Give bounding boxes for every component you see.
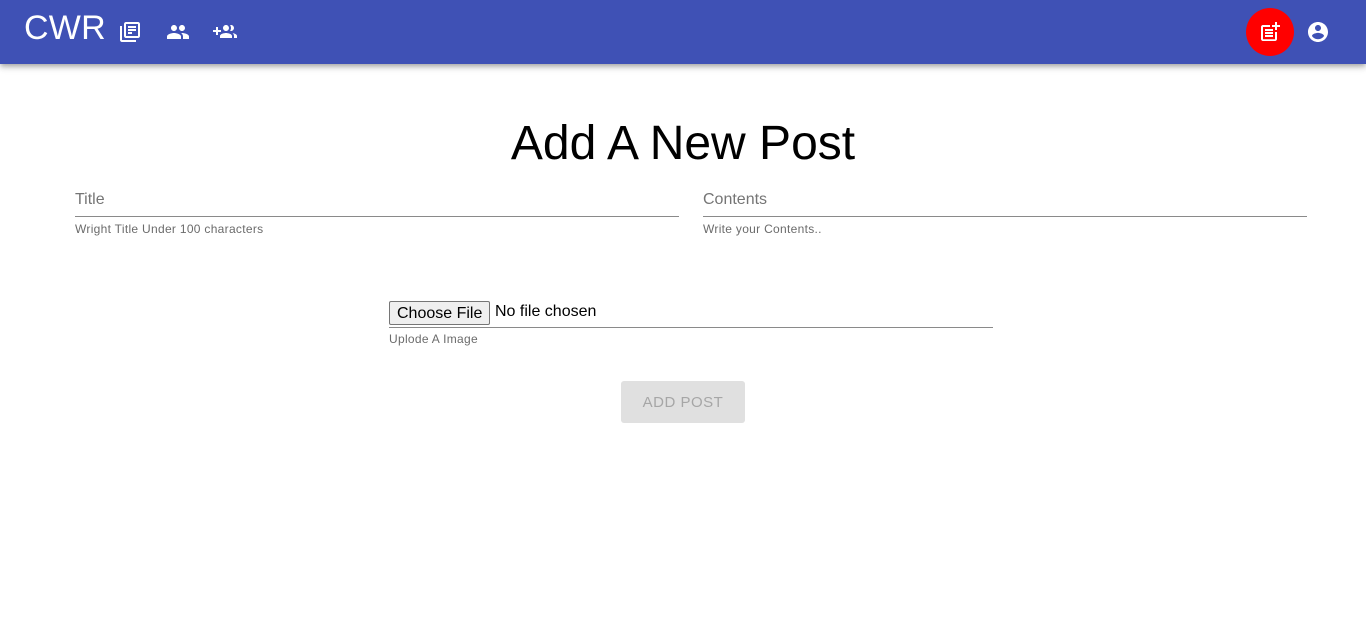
library-icon[interactable] (118, 20, 142, 44)
title-input[interactable] (75, 184, 679, 215)
title-field: Wright Title Under 100 characters (75, 184, 679, 244)
file-status-text: No file chosen (495, 303, 597, 320)
add-post-submit-button[interactable]: ADD POST (621, 381, 745, 423)
post-add-icon (1261, 22, 1280, 41)
image-helper-text: Uplode A Image (389, 332, 478, 346)
contents-field: Write your Contents.. (703, 184, 1307, 244)
title-helper-text: Wright Title Under 100 characters (75, 222, 264, 236)
app-bar: CWR (0, 0, 1366, 64)
group-add-icon[interactable] (213, 20, 239, 44)
people-icon[interactable] (166, 20, 190, 44)
brand-logo[interactable]: CWR (24, 8, 106, 48)
contents-helper-text: Write your Contents.. (703, 222, 822, 236)
account-circle-icon[interactable] (1306, 20, 1330, 44)
contents-input[interactable] (703, 184, 1307, 215)
add-post-button[interactable] (1246, 8, 1294, 56)
image-file-field: Choose File No file chosen (389, 300, 993, 328)
page-title: Add A New Post (510, 117, 856, 171)
choose-file-button[interactable]: Choose File (389, 301, 491, 325)
